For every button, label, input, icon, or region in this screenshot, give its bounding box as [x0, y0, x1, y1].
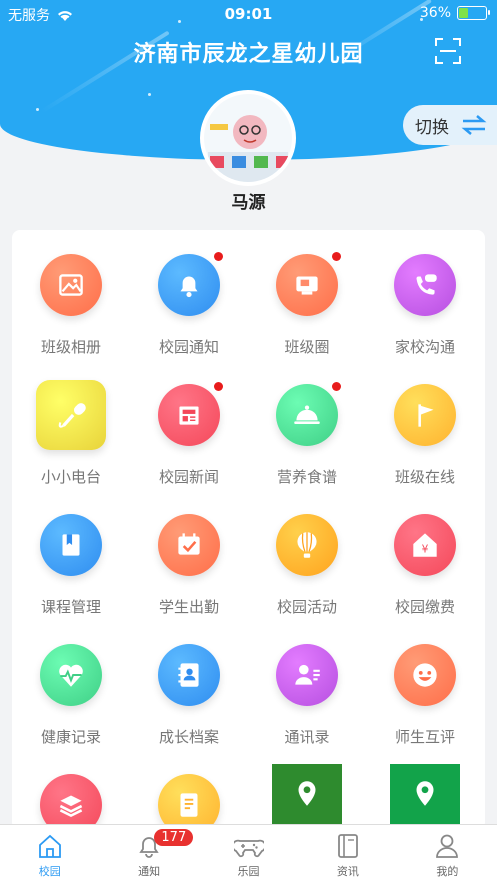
- grid-item-label: 校园通知: [158, 338, 219, 356]
- grid-item-house-yuan[interactable]: ¥ 校园缴费: [366, 490, 484, 620]
- unread-dot: [332, 252, 341, 261]
- notification-count-badge: 177: [154, 829, 194, 846]
- grid-item-label: 健康记录: [40, 728, 101, 746]
- grid-item-book[interactable]: 课程管理: [12, 490, 130, 620]
- tab-label: 通知: [138, 865, 161, 878]
- grid-item-label: 课程管理: [40, 598, 101, 616]
- layers-icon: [40, 774, 102, 830]
- switch-button[interactable]: 切换: [403, 105, 497, 145]
- battery-icon: [457, 6, 490, 20]
- grid-item-document[interactable]: [130, 750, 248, 830]
- location-pin-icon: [390, 764, 460, 824]
- grid-item-class-circle[interactable]: 班级圈: [248, 230, 366, 360]
- grid-item-contact-book[interactable]: 成长档案: [130, 620, 248, 750]
- scan-icon[interactable]: [435, 38, 461, 64]
- newspaper-icon: [158, 384, 220, 446]
- food-cover-icon: [276, 384, 338, 446]
- microphone-icon: [36, 380, 106, 450]
- status-bar: 无服务 09:01 36%: [0, 0, 497, 28]
- school-title: 济南市辰龙之星幼儿园: [133, 42, 364, 67]
- grid-item-smile[interactable]: 师生互评: [366, 620, 484, 750]
- grid-item-label: 成长档案: [158, 728, 219, 746]
- battery-percent: 36%: [419, 5, 451, 21]
- grid-item-food-cover[interactable]: 营养食谱: [248, 360, 366, 490]
- tab-playground[interactable]: 乐园: [199, 825, 298, 883]
- grid-item-layers[interactable]: [12, 750, 130, 830]
- avatar-image: [204, 94, 292, 182]
- unread-dot: [214, 252, 223, 261]
- bell-icon: [158, 254, 220, 316]
- grid-item-microphone[interactable]: 小小电台: [12, 360, 130, 490]
- grid-item-label: 学生出勤: [158, 598, 219, 616]
- hot-air-balloon-icon: [276, 514, 338, 576]
- user-icon: [436, 834, 459, 858]
- book-icon: [40, 514, 102, 576]
- contacts-icon: [276, 644, 338, 706]
- phone-chat-icon: [394, 254, 456, 316]
- gamepad-icon: [233, 839, 264, 858]
- calendar-check-icon: [158, 514, 220, 576]
- grid-item-label: 小小电台: [40, 468, 101, 486]
- decor-dot: [36, 108, 39, 111]
- unread-dot: [332, 382, 341, 391]
- tab-label: 校园: [38, 865, 61, 878]
- location-pin-icon: [272, 764, 342, 824]
- tab-label: 乐园: [237, 865, 260, 878]
- grid-item-label: 班级相册: [40, 338, 101, 356]
- grid-item-label: 校园新闻: [158, 468, 219, 486]
- grid-item-label: 家校沟通: [394, 338, 455, 356]
- bottom-tab-bar: 校园 通知 177 乐园 资讯 我的: [0, 824, 497, 883]
- heart-pulse-icon: [40, 644, 102, 706]
- document-icon: [158, 774, 220, 830]
- smile-icon: [394, 644, 456, 706]
- grid-item-label: 班级圈: [284, 338, 330, 356]
- contact-book-icon: [158, 644, 220, 706]
- grid-item-flag[interactable]: 班级在线: [366, 360, 484, 490]
- home-icon: [38, 834, 61, 858]
- avatar[interactable]: [200, 90, 296, 186]
- feature-grid: 班级相册 校园通知 班级圈 家校沟通小小电台 校园新闻 营养食谱 班级在线课程管理 学生出勤 校…: [12, 230, 485, 830]
- user-name: 马源: [231, 193, 266, 213]
- house-yuan-icon: ¥: [394, 514, 456, 576]
- grid-item-label: 班级在线: [394, 468, 455, 486]
- flag-icon: [394, 384, 456, 446]
- grid-item-contacts[interactable]: 通讯录: [248, 620, 366, 750]
- grid-item-label: 通讯录: [284, 728, 330, 746]
- grid-item-label: 校园缴费: [394, 598, 455, 616]
- grid-item-phone-chat[interactable]: 家校沟通: [366, 230, 484, 360]
- grid-item-location-pin[interactable]: [248, 750, 366, 830]
- grid-item-heart-pulse[interactable]: 健康记录: [12, 620, 130, 750]
- tab-label: 资讯: [336, 865, 359, 878]
- swap-arrows-icon: [461, 115, 487, 135]
- photo-album-icon: [40, 254, 102, 316]
- grid-item-label: 校园活动: [276, 598, 337, 616]
- tab-news[interactable]: 资讯: [298, 825, 397, 883]
- tab-label: 我的: [436, 865, 459, 878]
- unread-dot: [214, 382, 223, 391]
- class-circle-icon: [276, 254, 338, 316]
- grid-item-newspaper[interactable]: 校园新闻: [130, 360, 248, 490]
- svg-text:¥: ¥: [422, 542, 429, 555]
- grid-item-hot-air-balloon[interactable]: 校园活动: [248, 490, 366, 620]
- tab-campus[interactable]: 校园: [0, 825, 99, 883]
- grid-item-label: 营养食谱: [276, 468, 337, 486]
- grid-item-location-pin[interactable]: [366, 750, 484, 830]
- tab-profile[interactable]: 我的: [398, 825, 497, 883]
- grid-item-label: 师生互评: [394, 728, 455, 746]
- tab-notifications[interactable]: 通知 177: [99, 825, 198, 883]
- grid-item-photo-album[interactable]: 班级相册: [12, 230, 130, 360]
- grid-item-bell[interactable]: 校园通知: [130, 230, 248, 360]
- decor-dot: [148, 93, 151, 96]
- grid-item-calendar-check[interactable]: 学生出勤: [130, 490, 248, 620]
- news-book-icon: [338, 834, 358, 858]
- switch-label: 切换: [415, 117, 449, 138]
